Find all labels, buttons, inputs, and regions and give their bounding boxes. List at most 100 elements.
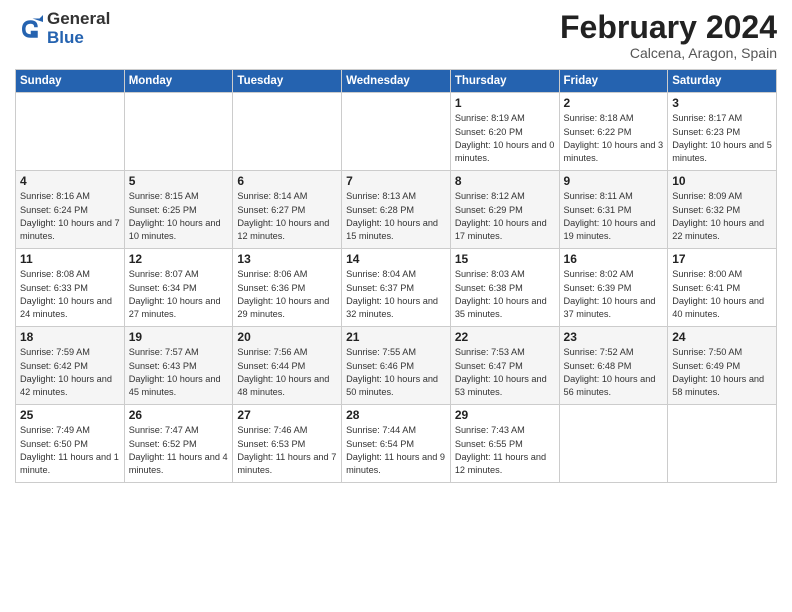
week-row-2: 11 Sunrise: 8:08 AM Sunset: 6:33 PM Dayli… [16,249,777,327]
cell-w3-d1: 19 Sunrise: 7:57 AM Sunset: 6:43 PM Dayli… [124,327,233,405]
day-info: Sunrise: 8:09 AM Sunset: 6:32 PM Dayligh… [672,190,772,243]
cell-w3-d4: 22Sunrise: 7:53 AM Sunset: 6:47 PM Dayli… [450,327,559,405]
cell-w4-d4: 29 Sunrise: 7:43 AM Sunset: 6:55 PM Dayli… [450,405,559,483]
cell-w0-d6: 3 Sunrise: 8:17 AM Sunset: 6:23 PM Daylig… [668,93,777,171]
col-wednesday: Wednesday [342,70,451,93]
day-number: 13 [237,252,337,266]
day-number: 20 [237,330,337,344]
col-friday: Friday [559,70,668,93]
day-info: Sunrise: 7:43 AM Sunset: 6:55 PM Dayligh… [455,424,555,477]
day-info: Sunrise: 7:47 AM Sunset: 6:52 PM Dayligh… [129,424,229,477]
day-number: 3 [672,96,772,110]
day-info: Sunrise: 7:57 AM Sunset: 6:43 PM Dayligh… [129,346,229,399]
logo: General Blue [15,10,110,47]
cell-w1-d6: 10 Sunrise: 8:09 AM Sunset: 6:32 PM Dayli… [668,171,777,249]
day-number: 10 [672,174,772,188]
day-info: Sunrise: 8:16 AM Sunset: 6:24 PM Dayligh… [20,190,120,243]
col-saturday: Saturday [668,70,777,93]
week-row-0: 1Sunrise: 8:19 AM Sunset: 6:20 PM Daylig… [16,93,777,171]
day-number: 26 [129,408,229,422]
day-info: Sunrise: 8:17 AM Sunset: 6:23 PM Dayligh… [672,112,772,165]
day-number: 2 [564,96,664,110]
cell-w0-d1 [124,93,233,171]
cell-w1-d4: 8 Sunrise: 8:12 AM Sunset: 6:29 PM Daylig… [450,171,559,249]
cell-w4-d5 [559,405,668,483]
month-title: February 2024 [560,10,777,45]
cell-w4-d3: 28 Sunrise: 7:44 AM Sunset: 6:54 PM Dayli… [342,405,451,483]
day-number: 18 [20,330,120,344]
day-number: 15 [455,252,555,266]
cell-w0-d0 [16,93,125,171]
day-info: Sunrise: 8:06 AM Sunset: 6:36 PM Dayligh… [237,268,337,321]
col-thursday: Thursday [450,70,559,93]
week-row-1: 4Sunrise: 8:16 AM Sunset: 6:24 PM Daylig… [16,171,777,249]
col-sunday: Sunday [16,70,125,93]
day-number: 27 [237,408,337,422]
day-number: 24 [672,330,772,344]
day-info: Sunrise: 8:04 AM Sunset: 6:37 PM Dayligh… [346,268,446,321]
day-info: Sunrise: 8:14 AM Sunset: 6:27 PM Dayligh… [237,190,337,243]
week-row-3: 18 Sunrise: 7:59 AM Sunset: 6:42 PM Dayli… [16,327,777,405]
day-info: Sunrise: 7:56 AM Sunset: 6:44 PM Dayligh… [237,346,337,399]
week-row-4: 25 Sunrise: 7:49 AM Sunset: 6:50 PM Dayli… [16,405,777,483]
cell-w1-d2: 6 Sunrise: 8:14 AM Sunset: 6:27 PM Daylig… [233,171,342,249]
day-info: Sunrise: 8:13 AM Sunset: 6:28 PM Dayligh… [346,190,446,243]
day-number: 5 [129,174,229,188]
day-number: 14 [346,252,446,266]
logo-text: General Blue [47,10,110,47]
cell-w2-d4: 15Sunrise: 8:03 AM Sunset: 6:38 PM Dayli… [450,249,559,327]
day-info: Sunrise: 8:12 AM Sunset: 6:29 PM Dayligh… [455,190,555,243]
day-number: 8 [455,174,555,188]
cell-w3-d3: 21Sunrise: 7:55 AM Sunset: 6:46 PM Dayli… [342,327,451,405]
day-number: 16 [564,252,664,266]
day-number: 7 [346,174,446,188]
day-number: 25 [20,408,120,422]
day-number: 19 [129,330,229,344]
day-info: Sunrise: 7:55 AM Sunset: 6:46 PM Dayligh… [346,346,446,399]
day-number: 1 [455,96,555,110]
day-number: 9 [564,174,664,188]
day-info: Sunrise: 7:50 AM Sunset: 6:49 PM Dayligh… [672,346,772,399]
cell-w1-d1: 5 Sunrise: 8:15 AM Sunset: 6:25 PM Daylig… [124,171,233,249]
col-tuesday: Tuesday [233,70,342,93]
cell-w4-d2: 27 Sunrise: 7:46 AM Sunset: 6:53 PM Dayli… [233,405,342,483]
day-number: 29 [455,408,555,422]
day-number: 23 [564,330,664,344]
calendar-table: Sunday Monday Tuesday Wednesday Thursday… [15,69,777,483]
day-info: Sunrise: 7:44 AM Sunset: 6:54 PM Dayligh… [346,424,446,477]
cell-w4-d6 [668,405,777,483]
calendar-container: General Blue February 2024 Calcena, Arag… [0,0,792,488]
day-info: Sunrise: 7:59 AM Sunset: 6:42 PM Dayligh… [20,346,120,399]
location-text: Calcena, Aragon, Spain [560,45,777,61]
cell-w3-d5: 23 Sunrise: 7:52 AM Sunset: 6:48 PM Dayli… [559,327,668,405]
day-number: 22 [455,330,555,344]
day-info: Sunrise: 8:11 AM Sunset: 6:31 PM Dayligh… [564,190,664,243]
day-info: Sunrise: 7:46 AM Sunset: 6:53 PM Dayligh… [237,424,337,477]
day-info: Sunrise: 8:18 AM Sunset: 6:22 PM Dayligh… [564,112,664,165]
logo-icon [15,15,43,43]
cell-w4-d0: 25 Sunrise: 7:49 AM Sunset: 6:50 PM Dayli… [16,405,125,483]
cell-w2-d3: 14 Sunrise: 8:04 AM Sunset: 6:37 PM Dayli… [342,249,451,327]
day-info: Sunrise: 8:07 AM Sunset: 6:34 PM Dayligh… [129,268,229,321]
day-info: Sunrise: 7:52 AM Sunset: 6:48 PM Dayligh… [564,346,664,399]
cell-w1-d5: 9 Sunrise: 8:11 AM Sunset: 6:31 PM Daylig… [559,171,668,249]
cell-w2-d2: 13 Sunrise: 8:06 AM Sunset: 6:36 PM Dayli… [233,249,342,327]
day-number: 28 [346,408,446,422]
cell-w2-d5: 16 Sunrise: 8:02 AM Sunset: 6:39 PM Dayli… [559,249,668,327]
cell-w0-d3 [342,93,451,171]
day-info: Sunrise: 8:15 AM Sunset: 6:25 PM Dayligh… [129,190,229,243]
day-number: 11 [20,252,120,266]
day-number: 6 [237,174,337,188]
cell-w3-d0: 18 Sunrise: 7:59 AM Sunset: 6:42 PM Dayli… [16,327,125,405]
header-row: Sunday Monday Tuesday Wednesday Thursday… [16,70,777,93]
day-info: Sunrise: 7:49 AM Sunset: 6:50 PM Dayligh… [20,424,120,477]
col-monday: Monday [124,70,233,93]
cell-w0-d5: 2 Sunrise: 8:18 AM Sunset: 6:22 PM Daylig… [559,93,668,171]
title-block: February 2024 Calcena, Aragon, Spain [560,10,777,61]
cell-w1-d0: 4Sunrise: 8:16 AM Sunset: 6:24 PM Daylig… [16,171,125,249]
day-info: Sunrise: 8:02 AM Sunset: 6:39 PM Dayligh… [564,268,664,321]
day-info: Sunrise: 8:08 AM Sunset: 6:33 PM Dayligh… [20,268,120,321]
cell-w1-d3: 7 Sunrise: 8:13 AM Sunset: 6:28 PM Daylig… [342,171,451,249]
cell-w3-d6: 24 Sunrise: 7:50 AM Sunset: 6:49 PM Dayli… [668,327,777,405]
day-number: 12 [129,252,229,266]
